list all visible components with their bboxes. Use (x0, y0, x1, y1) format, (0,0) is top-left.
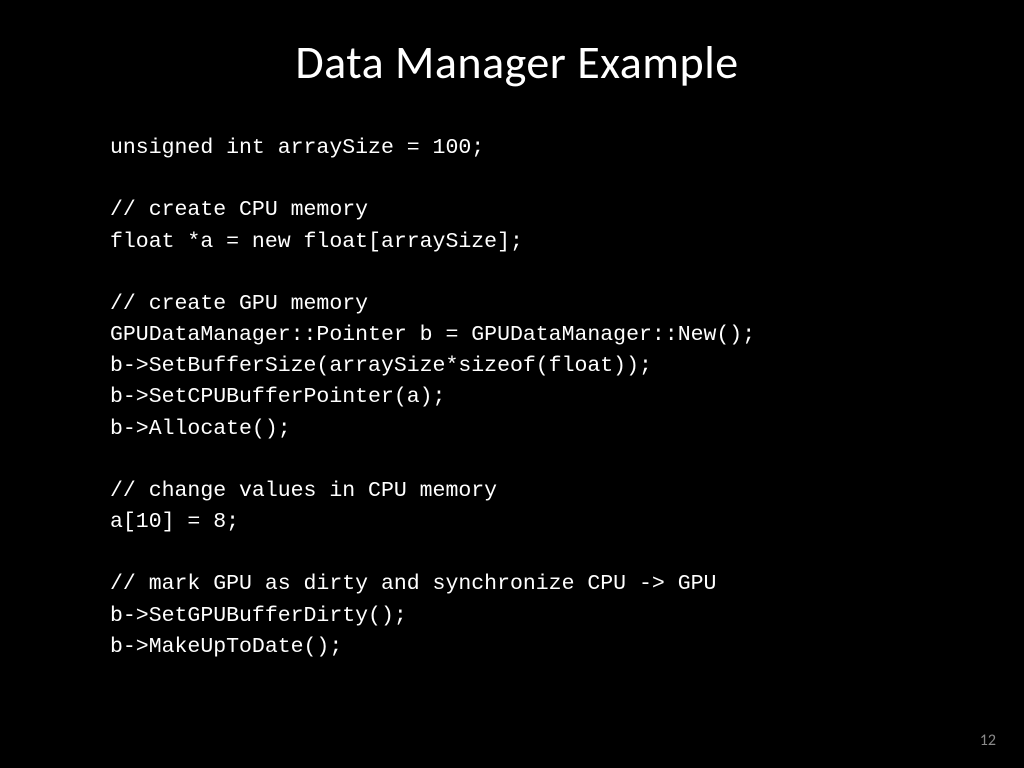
slide-title: Data Manager Example (110, 35, 924, 91)
slide: Data Manager Example unsigned int arrayS… (0, 0, 1024, 768)
page-number: 12 (980, 731, 996, 750)
code-block: unsigned int arraySize = 100; // create … (110, 133, 924, 663)
